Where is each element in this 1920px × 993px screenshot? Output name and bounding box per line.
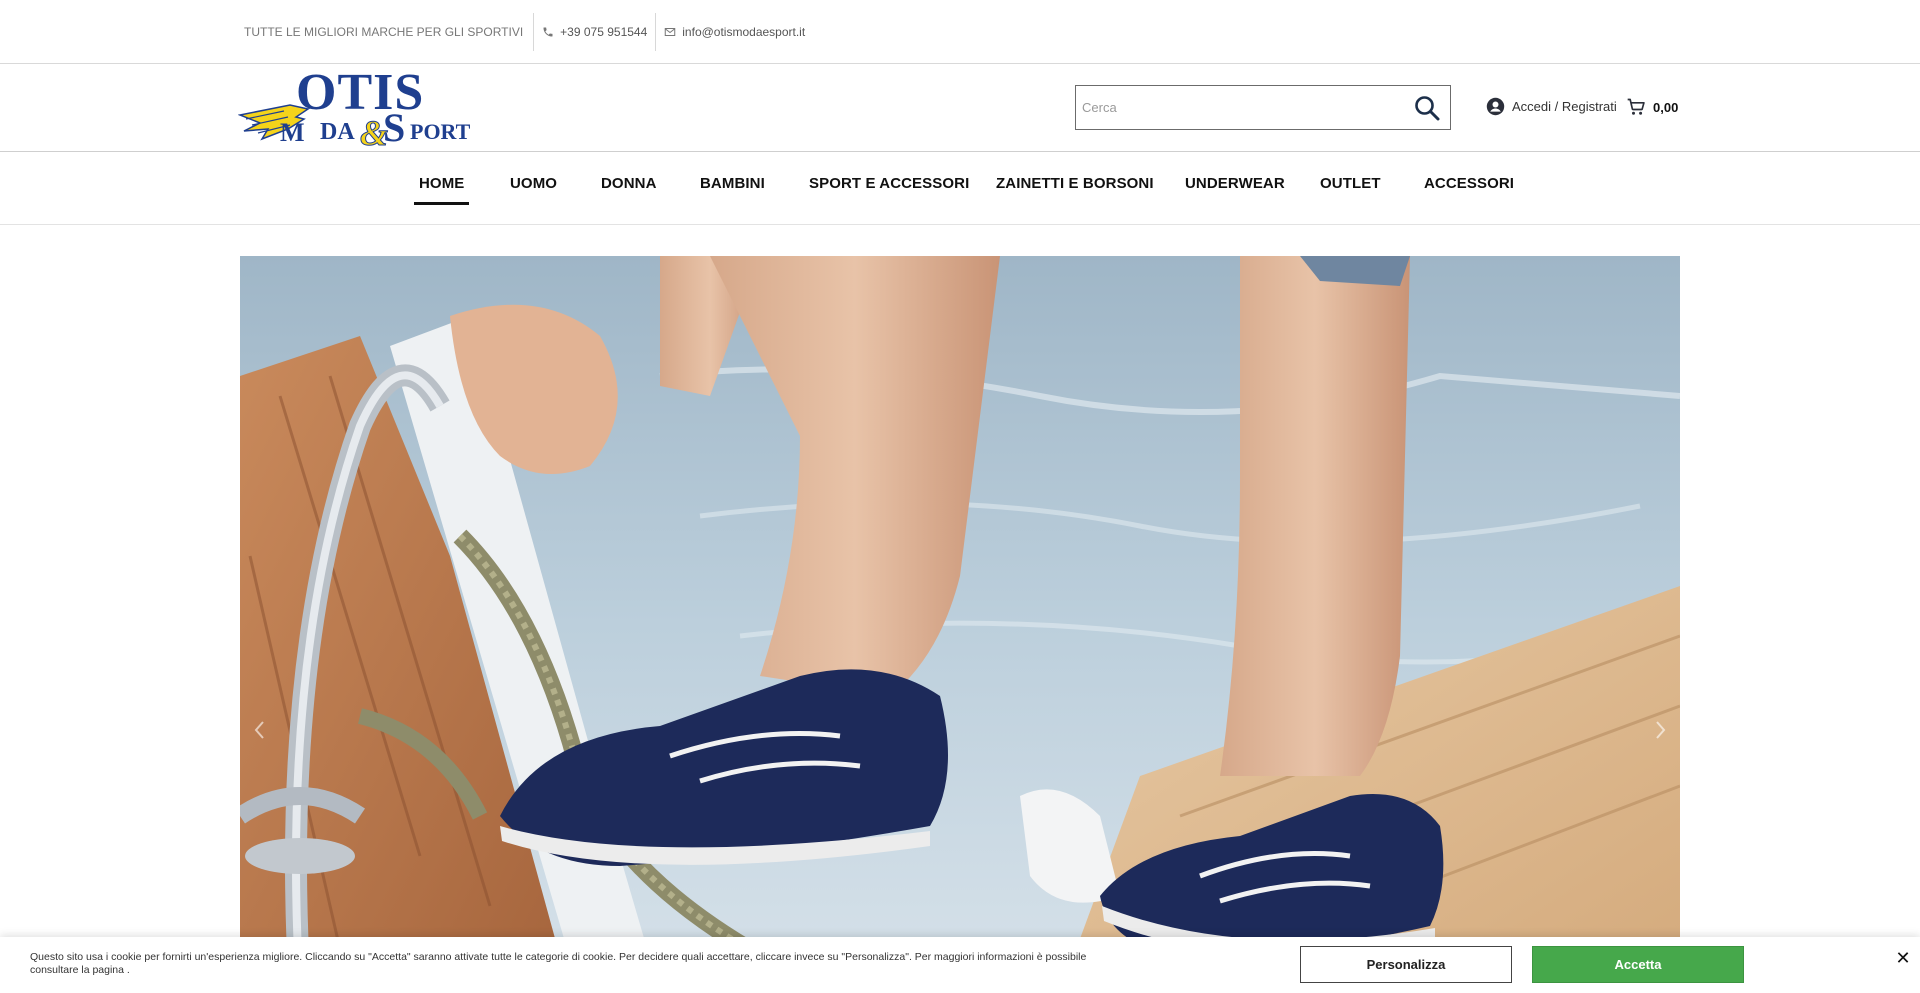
nav-item-bambini[interactable]: BAMBINI [700, 175, 765, 192]
account-link[interactable]: Accedi / Registrati [1486, 97, 1617, 116]
search-icon[interactable] [1414, 95, 1440, 121]
nav-item-home[interactable]: HOME [413, 175, 470, 205]
email-address: info@otismodaesport.it [682, 25, 806, 39]
hero-next-arrow-icon[interactable] [1648, 708, 1674, 752]
site-header: OTIS M DA & S PORT Accedi / Registrati 0… [0, 64, 1920, 154]
cookie-banner: Questo sito usa i cookie per fornirti un… [0, 937, 1920, 993]
nav-item-uomo[interactable]: UOMO [510, 175, 557, 192]
site-logo[interactable]: OTIS M DA & S PORT [237, 64, 492, 154]
cookie-message: Questo sito usa i cookie per fornirti un… [30, 951, 1087, 976]
top-bar: TUTTE LE MIGLIORI MARCHE PER GLI SPORTIV… [0, 0, 1920, 64]
cart-icon [1626, 97, 1646, 117]
svg-text:DA: DA [320, 119, 355, 145]
hero-banner[interactable] [240, 256, 1680, 993]
top-bar-content: TUTTE LE MIGLIORI MARCHE PER GLI SPORTIV… [240, 0, 813, 64]
nav-item-accessori[interactable]: ACCESSORI [1424, 175, 1514, 192]
svg-text:S: S [383, 105, 405, 149]
nav-item-donna[interactable]: DONNA [601, 175, 657, 192]
mail-icon [664, 26, 676, 38]
hero-image [240, 256, 1680, 993]
accept-cookies-button[interactable]: Accetta [1532, 946, 1744, 983]
nav-item-outlet[interactable]: OUTLET [1320, 175, 1381, 192]
account-label: Accedi / Registrati [1512, 99, 1617, 114]
cart-total: 0,00 [1653, 99, 1679, 115]
svg-text:M: M [280, 118, 305, 147]
nav-item-sport-e-accessori[interactable]: SPORT E ACCESSORI [809, 175, 969, 192]
customize-cookies-button[interactable]: Personalizza [1300, 946, 1512, 983]
cart-button[interactable]: 0,00 [1626, 97, 1678, 117]
nav-item-underwear[interactable]: UNDERWEAR [1185, 175, 1285, 192]
phone-contact[interactable]: +39 075 951544 [534, 13, 655, 51]
hero-prev-arrow-icon[interactable] [246, 708, 272, 752]
main-nav: HOME UOMO DONNA BAMBINI SPORT E ACCESSOR… [0, 152, 1920, 225]
email-contact[interactable]: info@otismodaesport.it [656, 13, 813, 51]
search-input[interactable] [1076, 86, 1396, 129]
search-box [1075, 85, 1451, 130]
nav-item-zainetti-e-borsoni[interactable]: ZAINETTI E BORSONI [996, 175, 1154, 192]
user-circle-icon [1486, 97, 1505, 116]
svg-text:PORT: PORT [410, 119, 471, 144]
close-icon[interactable]: ✕ [1894, 949, 1912, 967]
phone-icon [542, 26, 554, 38]
tagline: TUTTE LE MIGLIORI MARCHE PER GLI SPORTIV… [244, 25, 524, 39]
phone-number: +39 075 951544 [560, 25, 648, 39]
